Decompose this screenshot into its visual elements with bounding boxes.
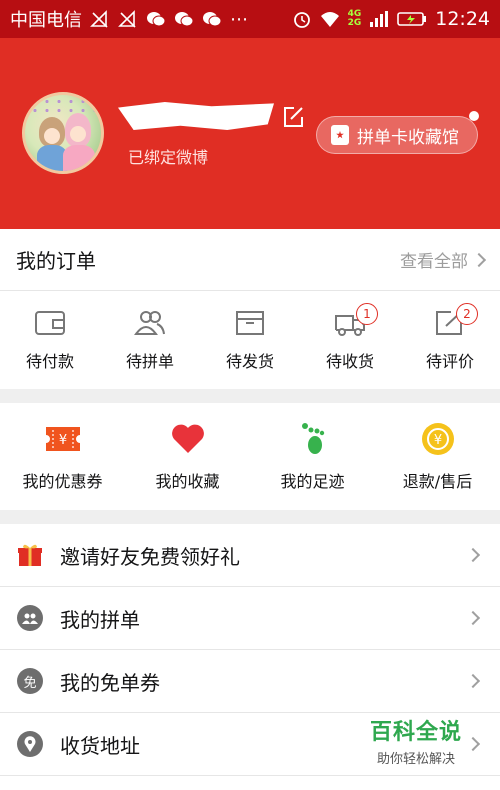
row-label: 邀请好友免费领好礼 bbox=[60, 544, 240, 569]
group-buy-icon bbox=[16, 604, 44, 632]
order-status-label: 待评价 bbox=[425, 352, 474, 371]
wechat-icon bbox=[147, 12, 166, 27]
chevron-right-icon bbox=[465, 610, 481, 626]
gift-icon bbox=[16, 541, 44, 569]
coupon-icon: ¥ bbox=[45, 422, 81, 456]
carrier-label: 中国电信 bbox=[10, 10, 82, 31]
order-count-badge: 1 bbox=[356, 303, 378, 325]
row-label: 收货地址 bbox=[60, 733, 140, 758]
edit-icon[interactable] bbox=[282, 106, 304, 128]
clock: 12:24 bbox=[435, 8, 490, 30]
battery-charging-icon bbox=[397, 12, 427, 26]
orders-section: 我的订单 查看全部 待付款 待拼单 待发货 1 待收货 2 待评价 bbox=[0, 229, 500, 389]
svg-text:¥: ¥ bbox=[433, 433, 441, 448]
footprint-icon bbox=[295, 422, 331, 456]
free-coupon-icon: 免 bbox=[16, 667, 44, 695]
cell-signal-icon bbox=[370, 11, 389, 27]
shortcut-label: 我的收藏 bbox=[155, 471, 220, 491]
network-type: 4G 2G bbox=[347, 9, 362, 28]
order-status-pending-shipment[interactable]: 待发货 bbox=[200, 291, 300, 389]
signal-off-icon bbox=[90, 10, 108, 28]
invite-friends-row[interactable]: 邀请好友免费领好礼 bbox=[0, 524, 500, 587]
card-collection-button[interactable]: 拼单卡收藏馆 bbox=[316, 116, 478, 154]
avatar[interactable] bbox=[22, 92, 104, 174]
order-status-pending-group[interactable]: 待拼单 bbox=[100, 291, 200, 389]
order-status-label: 待拼单 bbox=[125, 352, 174, 371]
chevron-right-icon bbox=[465, 673, 481, 689]
order-status-pending-payment[interactable]: 待付款 bbox=[0, 291, 100, 389]
view-all-orders-link[interactable]: 查看全部 bbox=[400, 247, 487, 272]
orders-title: 我的订单 bbox=[16, 249, 96, 273]
signal-off-icon bbox=[118, 10, 136, 28]
shortcuts-section: ¥ 我的优惠券 我的收藏 我的足迹 ¥ 退款/售后 bbox=[0, 403, 500, 510]
status-bar: 中国电信 ⋯ 4G 2G 12:24 bbox=[0, 0, 500, 38]
weibo-bound-text: 已绑定微博 bbox=[128, 148, 209, 167]
wechat-icon bbox=[175, 12, 194, 27]
location-icon bbox=[16, 730, 44, 758]
alarm-icon bbox=[293, 12, 310, 28]
wechat-icon bbox=[203, 12, 222, 27]
row-label: 我的拼单 bbox=[60, 607, 140, 632]
wifi-icon bbox=[320, 12, 339, 27]
order-status-label: 待发货 bbox=[225, 352, 274, 371]
shortcut-label: 退款/售后 bbox=[402, 471, 473, 491]
my-group-buy-row[interactable]: 我的拼单 bbox=[0, 587, 500, 650]
order-status-pending-receipt[interactable]: 1 待收货 bbox=[300, 291, 400, 389]
chevron-right-icon bbox=[471, 252, 487, 267]
shortcut-label: 我的优惠券 bbox=[22, 471, 103, 491]
my-free-coupons-row[interactable]: 免 我的免单券 bbox=[0, 650, 500, 713]
watermark: 百科全说 助你轻松解决 bbox=[358, 714, 474, 767]
wallet-icon bbox=[35, 311, 65, 335]
my-footprints-shortcut[interactable]: 我的足迹 bbox=[250, 403, 375, 510]
box-icon bbox=[236, 311, 264, 335]
heart-icon bbox=[170, 422, 206, 456]
order-status-label: 待付款 bbox=[25, 352, 74, 371]
more-notifications-icon: ⋯ bbox=[230, 8, 248, 30]
my-coupons-shortcut[interactable]: ¥ 我的优惠券 bbox=[0, 403, 125, 510]
my-favorites-shortcut[interactable]: 我的收藏 bbox=[125, 403, 250, 510]
notification-dot bbox=[469, 111, 479, 121]
watermark-subtitle: 助你轻松解决 bbox=[376, 752, 455, 767]
profile-header: 已绑定微博 拼单卡收藏馆 bbox=[0, 38, 500, 229]
card-icon bbox=[331, 125, 349, 145]
order-status-pending-review[interactable]: 2 待评价 bbox=[400, 291, 500, 389]
row-label: 我的免单券 bbox=[60, 670, 160, 695]
refund-icon: ¥ bbox=[420, 422, 456, 456]
orders-header: 我的订单 查看全部 bbox=[0, 229, 500, 291]
refund-aftersale-shortcut[interactable]: ¥ 退款/售后 bbox=[375, 403, 500, 510]
redacted-username bbox=[118, 102, 274, 130]
chevron-right-icon bbox=[465, 547, 481, 563]
group-icon bbox=[134, 311, 165, 335]
order-status-label: 待收货 bbox=[325, 352, 374, 371]
shortcut-label: 我的足迹 bbox=[280, 471, 345, 491]
watermark-title: 百科全说 bbox=[369, 720, 462, 745]
view-all-label: 查看全部 bbox=[400, 252, 468, 272]
card-collection-label: 拼单卡收藏馆 bbox=[357, 127, 459, 148]
svg-text:¥: ¥ bbox=[58, 433, 66, 448]
order-count-badge: 2 bbox=[456, 303, 478, 325]
